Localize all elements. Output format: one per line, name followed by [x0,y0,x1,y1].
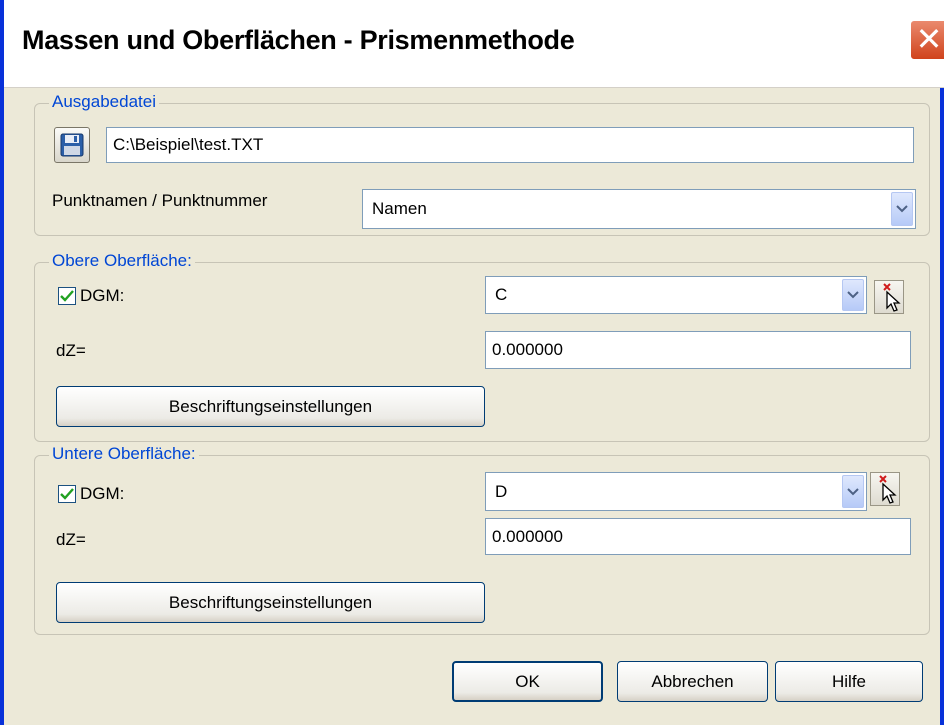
upper-pick-surface-button[interactable] [874,280,904,314]
upper-dz-input[interactable]: 0.000000 [485,331,911,369]
lower-surface-legend: Untere Oberfläche: [49,444,199,464]
upper-dz-label: dZ= [56,341,86,360]
lower-dgm-select[interactable]: D [485,472,867,511]
help-button-label: Hilfe [831,671,866,691]
lower-dz-value: 0.000000 [492,526,563,546]
upper-label-settings-label: Beschriftungseinstellungen [168,396,373,416]
checkmark-icon [60,290,74,302]
upper-dgm-checkbox[interactable] [58,287,76,305]
point-name-select[interactable]: Namen [362,189,916,229]
dialog-title: Massen und Oberflächen - Prismenmethode [22,25,575,55]
cancel-button[interactable]: Abbrechen [617,661,768,702]
lower-dgm-label: DGM: [80,484,125,503]
upper-dgm-value: C [495,285,508,304]
close-button[interactable]: ✕ [910,20,944,60]
chevron-down-icon [847,487,859,495]
pick-from-drawing-icon [883,283,901,312]
pick-from-drawing-icon [879,475,897,504]
upper-dgm-label: DGM: [80,286,125,305]
chevron-down-icon [896,205,908,213]
ok-button-label: OK [515,671,540,691]
upper-dgm-select[interactable]: C [485,276,867,314]
help-button[interactable]: Hilfe [775,661,923,702]
lower-dgm-value: D [495,481,508,501]
lower-dz-label: dZ= [56,530,86,549]
title-bar[interactable]: Massen und Oberflächen - Prismenmethode … [4,0,944,88]
file-path-input[interactable]: C:\Beispiel\test.TXT [106,127,914,163]
floppy-disk-icon [60,133,84,157]
lower-dz-input[interactable]: 0.000000 [485,518,911,555]
close-icon: ✕ [915,20,943,58]
cancel-button-label: Abbrechen [651,671,734,691]
lower-label-settings-label: Beschriftungseinstellungen [168,592,373,612]
point-name-label: Punktnamen / Punktnummer [52,191,268,210]
chevron-down-icon [847,291,859,299]
upper-surface-legend: Obere Oberfläche: [49,251,195,271]
output-file-legend: Ausgabedatei [49,92,159,112]
file-path-value: C:\Beispiel\test.TXT [113,135,264,154]
upper-label-settings-button[interactable]: Beschriftungseinstellungen [56,386,485,427]
upper-dz-value: 0.000000 [492,340,563,359]
lower-label-settings-button[interactable]: Beschriftungseinstellungen [56,582,485,623]
dialog-window: Massen und Oberflächen - Prismenmethode … [0,0,944,725]
lower-pick-surface-button[interactable] [870,472,900,506]
point-name-value: Namen [372,199,427,218]
checkmark-icon [60,488,74,500]
lower-dgm-dropdown-button[interactable] [842,475,864,508]
upper-dgm-dropdown-button[interactable] [842,279,864,311]
save-file-button[interactable] [54,127,90,163]
point-name-dropdown-button[interactable] [891,192,913,226]
lower-dgm-checkbox[interactable] [58,485,76,503]
ok-button[interactable]: OK [452,661,603,702]
